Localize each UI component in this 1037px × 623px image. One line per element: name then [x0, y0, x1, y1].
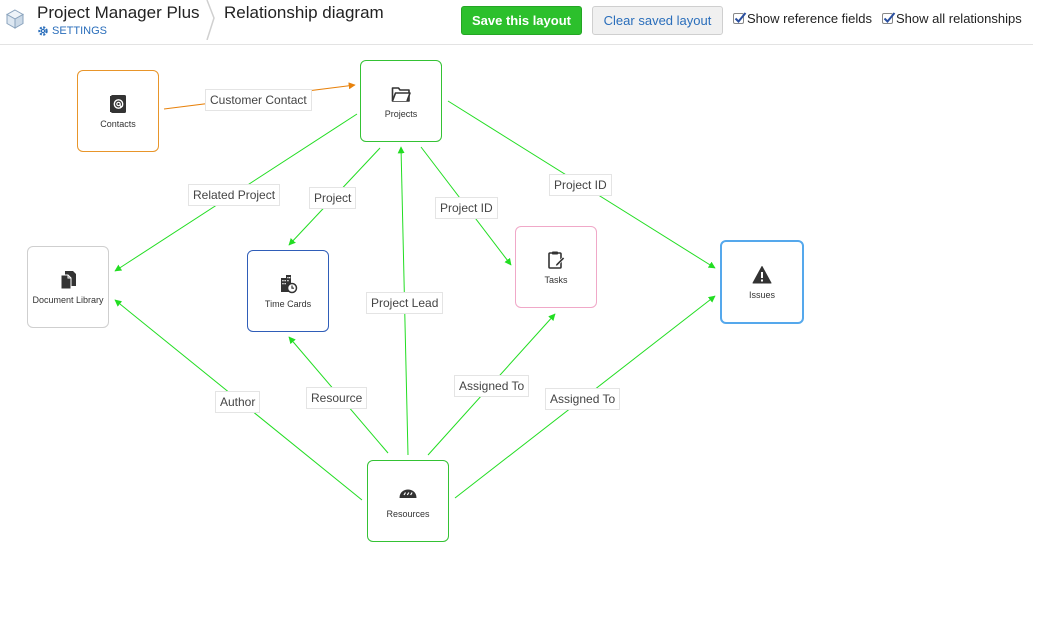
- warning-icon: [752, 265, 772, 283]
- node-time-cards[interactable]: Time Cards: [247, 250, 329, 332]
- node-label: Projects: [384, 108, 418, 119]
- edge-label-author[interactable]: Author: [215, 391, 261, 413]
- node-contacts[interactable]: Contacts: [77, 70, 159, 152]
- edge-label-assigned-to-issues[interactable]: Assigned To: [545, 388, 621, 410]
- node-label: Contacts: [100, 118, 136, 129]
- clipboard-edit-icon: [548, 251, 566, 269]
- edge-label-assigned-to-tasks[interactable]: Assigned To: [454, 375, 530, 397]
- node-resources[interactable]: Resources: [367, 460, 449, 542]
- node-label: Issues: [748, 289, 775, 300]
- node-tasks[interactable]: Tasks: [515, 226, 597, 308]
- edge-label-project-id-tasks[interactable]: Project ID: [435, 197, 498, 219]
- timecard-building-icon: [281, 274, 298, 293]
- edge-label-project-lead[interactable]: Project Lead: [366, 292, 444, 314]
- node-label: Tasks: [544, 274, 568, 285]
- node-label: Time Cards: [264, 298, 312, 309]
- edge-label-customer-contact[interactable]: Customer Contact: [205, 89, 312, 111]
- edge-label-related-project[interactable]: Related Project: [188, 184, 281, 206]
- node-projects[interactable]: Projects: [360, 60, 442, 142]
- relationship-diagram: Customer Contact Related Project Project…: [0, 0, 1037, 623]
- edge-label-resource[interactable]: Resource: [306, 387, 368, 409]
- edge-label-project-id-issues[interactable]: Project ID: [549, 174, 612, 196]
- node-label: Document Library: [32, 294, 104, 305]
- node-issues[interactable]: Issues: [720, 240, 804, 324]
- contact-book-icon: [110, 94, 126, 113]
- node-label: Resources: [386, 508, 430, 519]
- documents-icon: [60, 270, 76, 289]
- edge-label-project[interactable]: Project: [309, 187, 357, 209]
- node-document-library[interactable]: Document Library: [27, 246, 109, 328]
- folder-open-icon: [391, 86, 411, 102]
- bread-icon: [399, 489, 417, 498]
